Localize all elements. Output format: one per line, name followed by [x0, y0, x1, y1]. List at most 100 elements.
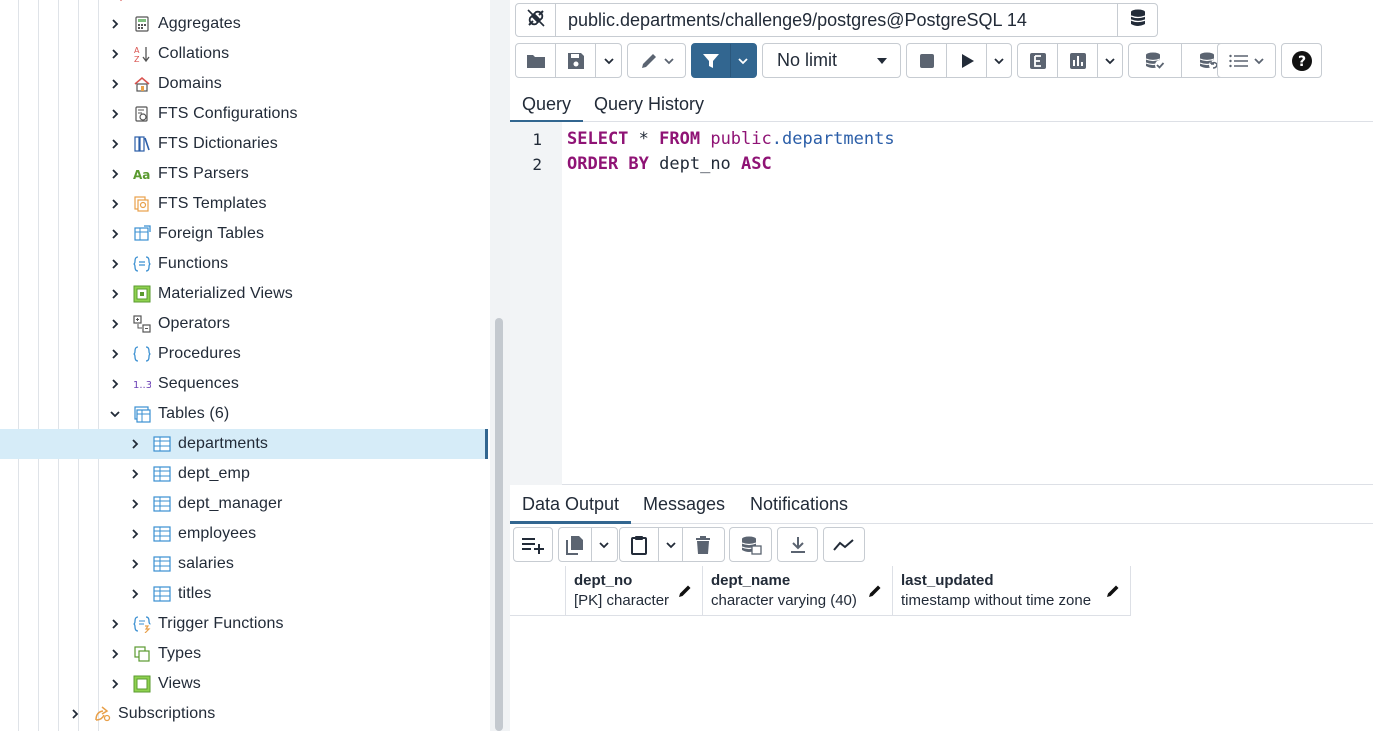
edit-dropdown[interactable]: [628, 44, 685, 77]
add-row-inner[interactable]: [514, 528, 552, 561]
tree-item-sequences[interactable]: 1..3 Sequences: [0, 369, 488, 399]
execute-options-dropdown[interactable]: [987, 44, 1011, 77]
tree-item-tables[interactable]: Tables (6): [0, 399, 488, 429]
filter-button[interactable]: [692, 44, 731, 77]
delete-row-button[interactable]: [683, 528, 724, 561]
graph-visualiser-inner[interactable]: [824, 528, 864, 561]
chevron-right-icon[interactable]: [108, 47, 122, 61]
chevron-right-icon[interactable]: [128, 527, 142, 541]
chevron-right-icon[interactable]: [68, 707, 82, 721]
tree-scrollbar-thumb[interactable]: [495, 318, 503, 731]
column-header-dept-name[interactable]: dept_name character varying (40): [703, 566, 893, 616]
tree-item-foreign-tables[interactable]: Foreign Tables: [0, 219, 488, 249]
tree-scrollbar[interactable]: [490, 0, 510, 731]
chevron-right-icon[interactable]: [108, 107, 122, 121]
tree-item-fts-parsers[interactable]: Aa FTS Parsers: [0, 159, 488, 189]
chevron-right-icon[interactable]: [108, 197, 122, 211]
tree-item-table-titles[interactable]: titles: [0, 579, 488, 609]
tab-query-history[interactable]: Query History: [582, 86, 716, 122]
chevron-right-icon[interactable]: [128, 497, 142, 511]
explain-options-dropdown[interactable]: [1098, 44, 1122, 77]
chevron-right-icon[interactable]: [108, 257, 122, 271]
chevron-down-icon[interactable]: [108, 407, 122, 421]
tree-item-table-departments[interactable]: departments: [0, 429, 488, 459]
chevron-right-icon[interactable]: [128, 437, 142, 451]
chevron-right-icon[interactable]: [108, 227, 122, 241]
save-data-button[interactable]: [729, 527, 772, 562]
tab-notifications[interactable]: Notifications: [738, 486, 860, 523]
commit-button[interactable]: [1129, 44, 1183, 77]
chevron-right-icon[interactable]: [108, 317, 122, 331]
connection-text[interactable]: public.departments/challenge9/postgres@P…: [556, 10, 1117, 31]
help-button-inner[interactable]: ?: [1282, 44, 1321, 77]
chevron-right-icon[interactable]: [128, 587, 142, 601]
tree-item-domains[interactable]: Domains: [0, 69, 488, 99]
download-button[interactable]: [777, 527, 818, 562]
chevron-down-icon: [1253, 55, 1265, 67]
tree-item-table-dept-manager[interactable]: dept_manager: [0, 489, 488, 519]
tree-item-fts-templates[interactable]: FTS Templates: [0, 189, 488, 219]
chevron-right-icon[interactable]: [108, 287, 122, 301]
save-options-dropdown[interactable]: [596, 44, 621, 77]
chevron-right-icon[interactable]: [108, 647, 122, 661]
chevron-right-icon[interactable]: [108, 377, 122, 391]
chevron-right-icon[interactable]: [108, 617, 122, 631]
macros-dropdown[interactable]: [1218, 44, 1275, 77]
execute-query-button[interactable]: [947, 44, 987, 77]
tab-query[interactable]: Query: [510, 86, 584, 123]
tree-item-views[interactable]: Views: [0, 669, 488, 699]
tree-item-materialized-views[interactable]: Materialized Views: [0, 279, 488, 309]
row-number-header[interactable]: [510, 566, 566, 616]
macros-button[interactable]: [1217, 43, 1276, 78]
tree-item-types[interactable]: Types: [0, 639, 488, 669]
download-inner[interactable]: [778, 528, 817, 561]
explain-analyze-button[interactable]: [1058, 44, 1098, 77]
code-line-1[interactable]: SELECT * FROM public.departments: [567, 129, 895, 149]
chevron-right-icon[interactable]: [108, 677, 122, 691]
tree-item-label: Operators: [158, 315, 231, 332]
help-button[interactable]: ?: [1281, 43, 1322, 78]
paste-options-dropdown[interactable]: [659, 528, 683, 561]
tab-messages[interactable]: Messages: [631, 486, 737, 523]
graph-visualiser-button[interactable]: [823, 527, 865, 562]
column-header-last-updated[interactable]: last_updated timestamp without time zone: [893, 566, 1131, 616]
tree-item-operators[interactable]: Operators: [0, 309, 488, 339]
tree-item-table-employees[interactable]: employees: [0, 519, 488, 549]
copy-options-dropdown[interactable]: [592, 528, 617, 561]
column-header-dept-no[interactable]: dept_no [PK] character: [566, 566, 703, 616]
tree-item-collations[interactable]: AZ Collations: [0, 39, 488, 69]
chevron-right-icon[interactable]: [108, 77, 122, 91]
chevron-right-icon[interactable]: [108, 137, 122, 151]
chevron-right-icon[interactable]: [128, 467, 142, 481]
tree-item-fts-dictionaries[interactable]: FTS Dictionaries: [0, 129, 488, 159]
sql-editor[interactable]: 1 2 SELECT * FROM public.departments ORD…: [510, 122, 1373, 485]
edit-button[interactable]: [627, 43, 686, 78]
tree-item-table-dept-emp[interactable]: dept_emp: [0, 459, 488, 489]
save-data-inner[interactable]: [730, 528, 771, 561]
row-limit-select[interactable]: No limit: [762, 43, 901, 78]
tree-item-fts-configurations[interactable]: FTS Configurations: [0, 99, 488, 129]
tree-item-aggregates[interactable]: Aggregates: [0, 9, 488, 39]
tab-data-output[interactable]: Data Output: [510, 486, 632, 524]
paste-button[interactable]: [620, 528, 660, 561]
chevron-right-icon[interactable]: [108, 17, 122, 31]
add-row-button[interactable]: [513, 527, 553, 562]
tree-item-procedures[interactable]: Procedures: [0, 339, 488, 369]
stop-query-button[interactable]: [907, 44, 947, 77]
connection-bar[interactable]: public.departments/challenge9/postgres@P…: [515, 3, 1158, 37]
tree-item-subscriptions[interactable]: Subscriptions: [0, 699, 488, 729]
save-file-button[interactable]: [556, 44, 596, 77]
copy-button[interactable]: [559, 528, 592, 561]
chevron-right-icon[interactable]: [108, 347, 122, 361]
database-button[interactable]: [1117, 4, 1157, 36]
explain-button[interactable]: [1018, 44, 1058, 77]
chevron-right-icon[interactable]: [128, 557, 142, 571]
chevron-right-icon[interactable]: [108, 167, 122, 181]
code-line-2[interactable]: ORDER BY dept_no ASC: [567, 154, 772, 174]
connection-status-button[interactable]: [516, 4, 556, 36]
tree-item-trigger-functions[interactable]: Trigger Functions: [0, 609, 488, 639]
tree-item-functions[interactable]: Functions: [0, 249, 488, 279]
filter-dropdown[interactable]: [731, 44, 756, 77]
tree-item-table-salaries[interactable]: salaries: [0, 549, 488, 579]
open-file-button[interactable]: [516, 44, 556, 77]
